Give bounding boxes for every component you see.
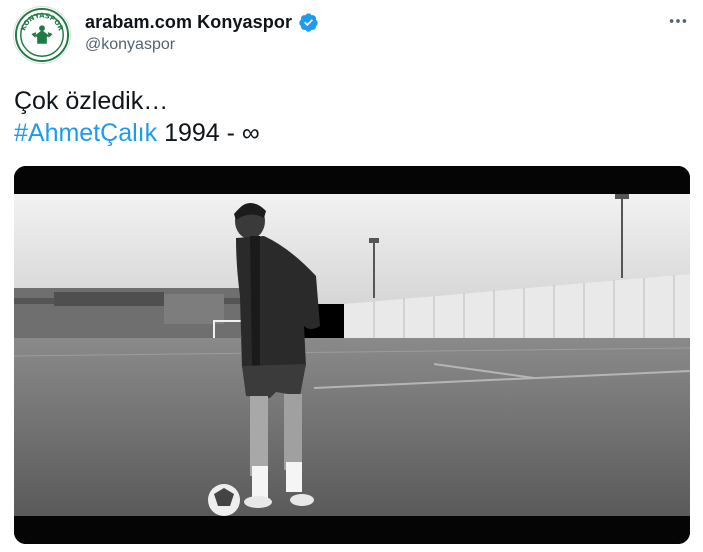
tweet-text-line2: #AhmetÇalık 1994 - ∞	[14, 118, 260, 148]
more-options-button[interactable]	[663, 6, 693, 36]
avatar[interactable]: KONYASPOR	[13, 6, 71, 64]
author-handle[interactable]: @konyaspor	[85, 36, 175, 54]
more-horizontal-icon	[669, 19, 687, 23]
author-name-row: arabam.com Konyaspor	[85, 10, 319, 34]
tweet-media-photo[interactable]	[14, 166, 690, 544]
verified-badge-icon	[298, 12, 319, 33]
tweet-text-line1: Çok özledik…	[14, 87, 169, 115]
tweet-text-years: 1994 - ∞	[157, 119, 260, 147]
hashtag-link[interactable]: #AhmetÇalık	[14, 119, 157, 147]
tweet: KONYASPOR arabam.com Konyaspor @konyaspo…	[0, 0, 703, 552]
konyaspor-logo-icon: KONYASPOR	[14, 7, 70, 63]
training-ground-photo	[14, 166, 690, 544]
author-display-name[interactable]: arabam.com Konyaspor	[85, 12, 292, 33]
